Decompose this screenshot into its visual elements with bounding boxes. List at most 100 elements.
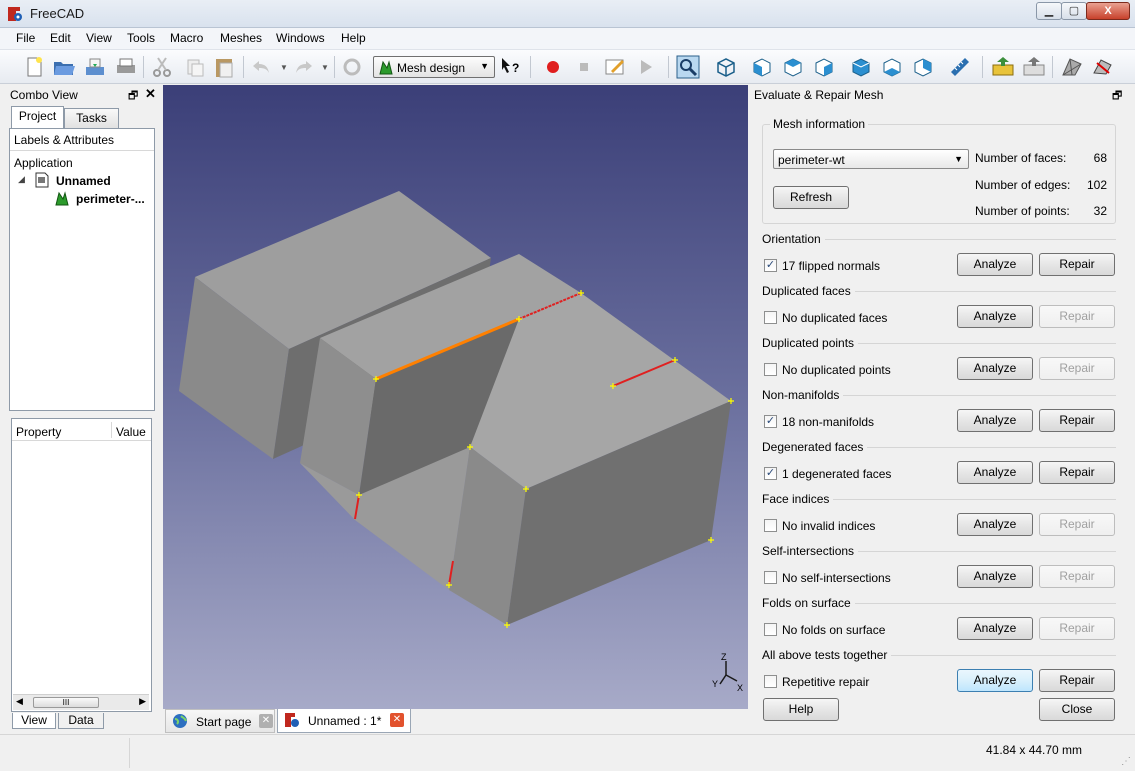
redo-icon[interactable] xyxy=(291,55,315,79)
3d-viewport[interactable]: Z Y X xyxy=(163,85,748,709)
menu-view[interactable]: View xyxy=(86,31,112,45)
orientation-analyze-button[interactable]: Analyze xyxy=(957,253,1033,276)
right-view-icon[interactable] xyxy=(812,55,836,79)
tree-item-mesh[interactable]: perimeter-... xyxy=(76,192,145,206)
measure-icon[interactable] xyxy=(948,55,972,79)
edit-macro-icon[interactable] xyxy=(603,55,627,79)
orientation-checkbox-row[interactable]: ✓ 17 flipped normals xyxy=(762,258,942,274)
duplicated-faces-checkbox[interactable] xyxy=(764,311,777,324)
refresh-icon[interactable] xyxy=(340,55,364,79)
face-indices-checkbox-row[interactable]: No invalid indices xyxy=(762,518,942,534)
close-panel-button[interactable]: Close xyxy=(1039,698,1115,721)
evaluate-mesh-icon[interactable] xyxy=(1091,55,1115,79)
redo-dropdown-icon[interactable]: ▼ xyxy=(321,63,329,72)
rear-view-icon[interactable] xyxy=(849,55,873,79)
duplicated-points-checkbox-row[interactable]: No duplicated points xyxy=(762,362,942,378)
run-macro-icon[interactable] xyxy=(634,55,658,79)
front-view-icon[interactable] xyxy=(750,55,774,79)
duplicated-points-analyze-button[interactable]: Analyze xyxy=(957,357,1033,380)
self-intersections-repair-button[interactable]: Repair xyxy=(1039,565,1115,588)
menu-windows[interactable]: Windows xyxy=(276,31,325,45)
duplicated-faces-analyze-button[interactable]: Analyze xyxy=(957,305,1033,328)
duplicated-faces-repair-button[interactable]: Repair xyxy=(1039,305,1115,328)
fit-all-icon[interactable] xyxy=(676,55,700,79)
menu-edit[interactable]: Edit xyxy=(50,31,71,45)
menu-help[interactable]: Help xyxy=(341,31,366,45)
face-indices-checkbox[interactable] xyxy=(764,519,777,532)
whats-this-icon[interactable]: ? xyxy=(498,55,522,79)
tree-item-document[interactable]: Unnamed xyxy=(56,174,111,188)
close-icon[interactable]: ✕ xyxy=(145,86,156,102)
menu-meshes[interactable]: Meshes xyxy=(220,31,262,45)
self-intersections-checkbox[interactable] xyxy=(764,571,777,584)
degenerated-faces-analyze-button[interactable]: Analyze xyxy=(957,461,1033,484)
folds-on-surface-repair-button[interactable]: Repair xyxy=(1039,617,1115,640)
all-tests-repair-button[interactable]: Repair xyxy=(1039,669,1115,692)
tab-data[interactable]: Data xyxy=(58,713,104,729)
bottom-view-icon[interactable] xyxy=(880,55,904,79)
non-manifolds-repair-button[interactable]: Repair xyxy=(1039,409,1115,432)
all-tests-checkbox-row[interactable]: Repetitive repair xyxy=(762,674,942,690)
duplicated-faces-checkbox-row[interactable]: No duplicated faces xyxy=(762,310,942,326)
tab-start-page[interactable]: Start page ✕ xyxy=(165,709,275,733)
undo-icon[interactable] xyxy=(250,55,274,79)
tree-item-application[interactable]: Application xyxy=(14,156,73,170)
close-tab-icon[interactable]: ✕ xyxy=(259,714,273,728)
self-intersections-analyze-button[interactable]: Analyze xyxy=(957,565,1033,588)
horizontal-scrollbar[interactable]: ◀ III ▶ xyxy=(13,694,149,710)
orientation-repair-button[interactable]: Repair xyxy=(1039,253,1115,276)
folds-on-surface-checkbox-row[interactable]: No folds on surface xyxy=(762,622,942,638)
non-manifolds-checkbox[interactable]: ✓ xyxy=(764,415,777,428)
undo-dropdown-icon[interactable]: ▼ xyxy=(280,63,288,72)
export-mesh-icon[interactable] xyxy=(1022,55,1046,79)
top-view-icon[interactable] xyxy=(781,55,805,79)
stop-macro-icon[interactable] xyxy=(572,55,596,79)
orientation-checkbox[interactable]: ✓ xyxy=(764,259,777,272)
workbench-selector[interactable]: Mesh design ▼ xyxy=(373,56,495,78)
degenerated-faces-repair-button[interactable]: Repair xyxy=(1039,461,1115,484)
close-window-button[interactable]: X xyxy=(1086,2,1130,20)
cut-icon[interactable] xyxy=(150,55,174,79)
scroll-left-icon[interactable]: ◀ xyxy=(16,696,23,707)
menu-macro[interactable]: Macro xyxy=(170,31,203,45)
duplicated-points-checkbox[interactable] xyxy=(764,363,777,376)
degenerated-faces-checkbox-row[interactable]: ✓ 1 degenerated faces xyxy=(762,466,942,482)
tab-tasks[interactable]: Tasks xyxy=(64,108,119,128)
folds-on-surface-checkbox[interactable] xyxy=(764,623,777,636)
face-indices-analyze-button[interactable]: Analyze xyxy=(957,513,1033,536)
maximize-button[interactable]: ▢ xyxy=(1061,2,1087,20)
non-manifolds-analyze-button[interactable]: Analyze xyxy=(957,409,1033,432)
tab-unnamed[interactable]: Unnamed : 1* ✕ xyxy=(277,709,411,733)
scroll-right-icon[interactable]: ▶ xyxy=(139,696,146,707)
print-icon[interactable] xyxy=(114,55,138,79)
degenerated-faces-checkbox[interactable]: ✓ xyxy=(764,467,777,480)
import-mesh-icon[interactable] xyxy=(991,55,1015,79)
non-manifolds-checkbox-row[interactable]: ✓ 18 non-manifolds xyxy=(762,414,942,430)
duplicated-points-repair-button[interactable]: Repair xyxy=(1039,357,1115,380)
mesh-selector[interactable]: perimeter-wt ▼ xyxy=(773,149,969,169)
expand-arrow-icon[interactable]: ◢ xyxy=(18,174,25,185)
minimize-button[interactable]: ▁ xyxy=(1036,2,1062,20)
record-macro-icon[interactable] xyxy=(541,55,565,79)
all-tests-checkbox[interactable] xyxy=(764,675,777,688)
face-indices-repair-button[interactable]: Repair xyxy=(1039,513,1115,536)
self-intersections-checkbox-row[interactable]: No self-intersections xyxy=(762,570,942,586)
save-icon[interactable] xyxy=(83,55,107,79)
mesh-from-shape-icon[interactable] xyxy=(1060,55,1084,79)
copy-icon[interactable] xyxy=(183,55,207,79)
scrollbar-thumb[interactable]: III xyxy=(33,697,99,708)
tab-view[interactable]: View xyxy=(12,713,56,729)
menu-file[interactable]: File xyxy=(16,31,35,45)
float-icon[interactable]: 🗗 xyxy=(128,87,138,106)
help-button[interactable]: Help xyxy=(763,698,839,721)
open-icon[interactable] xyxy=(52,55,76,79)
resize-grip-icon[interactable]: ⋰ xyxy=(1121,756,1131,767)
mesh-scene[interactable] xyxy=(163,85,748,709)
paste-icon[interactable] xyxy=(212,55,236,79)
menu-tools[interactable]: Tools xyxy=(127,31,155,45)
axonometric-icon[interactable] xyxy=(714,55,738,79)
left-view-icon[interactable] xyxy=(911,55,935,79)
tab-project[interactable]: Project xyxy=(11,106,64,128)
close-tab-icon[interactable]: ✕ xyxy=(390,713,404,727)
all-tests-analyze-button[interactable]: Analyze xyxy=(957,669,1033,692)
